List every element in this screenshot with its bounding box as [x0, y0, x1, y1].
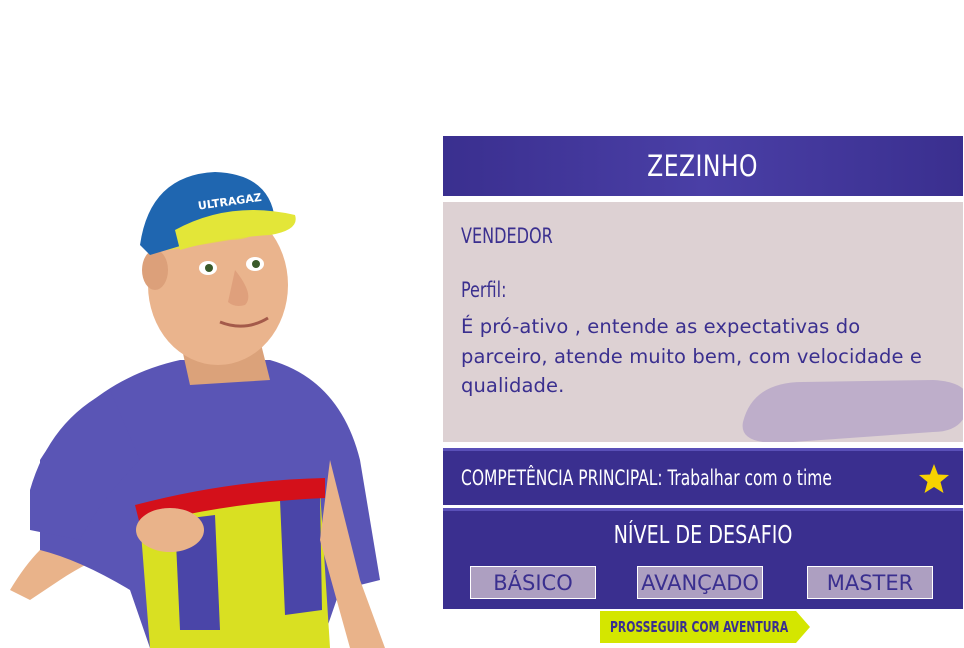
level-basico-button[interactable]: BÁSICO [470, 566, 596, 599]
proceed-button-label: PROSSEGUIR COM AVENTURA [610, 618, 789, 636]
challenge-level-title: NÍVEL DE DESAFIO [613, 520, 793, 549]
character-role: VENDEDOR [461, 224, 553, 248]
profile-text: É pró-ativo , entende as expectativas do… [461, 315, 922, 397]
character-illustration: ULTRAGAZ [10, 172, 385, 648]
level-avancado-button[interactable]: AVANÇADO [637, 566, 763, 599]
star-icon [919, 464, 949, 493]
challenge-level-panel: NÍVEL DE DESAFIO BÁSICO AVANÇADO MASTER [443, 508, 963, 609]
profile-label: Perfil: [461, 278, 507, 302]
proceed-button[interactable]: PROSSEGUIR COM AVENTURA [600, 611, 810, 643]
profile-panel: VENDEDOR Perfil: É pró-ativo , entende a… [443, 202, 963, 442]
character-name: ZEZINHO [647, 149, 759, 183]
character-name-bar: ZEZINHO [443, 136, 963, 196]
level-master-button[interactable]: MASTER [807, 566, 933, 599]
main-competency-bar: COMPETÊNCIA PRINCIPAL: Trabalhar com o t… [443, 448, 963, 505]
main-competency-text: COMPETÊNCIA PRINCIPAL: Trabalhar com o t… [461, 466, 832, 490]
